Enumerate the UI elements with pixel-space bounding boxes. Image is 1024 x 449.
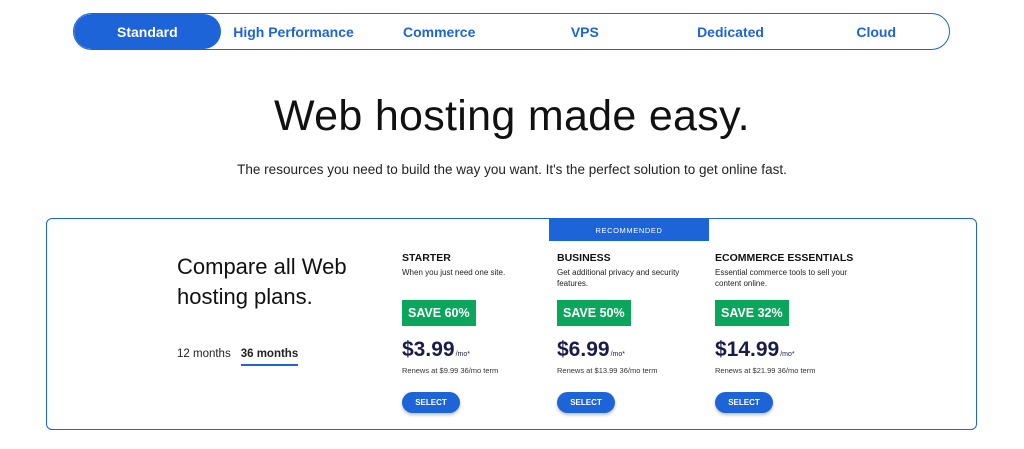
term-toggle: 12 months 36 months: [177, 348, 299, 366]
page-title: Web hosting made easy.: [274, 92, 750, 140]
tab-vps[interactable]: VPS: [512, 14, 658, 49]
tab-cloud[interactable]: Cloud: [803, 14, 949, 49]
tab-high-performance[interactable]: High Performance: [221, 14, 367, 49]
tab-commerce[interactable]: Commerce: [366, 14, 512, 49]
plan-description: Essential commerce tools to sell your co…: [715, 268, 848, 288]
price-row: $14.99 /mo*: [715, 338, 865, 362]
plan-price: $3.99: [402, 338, 455, 361]
price-period: /mo*: [455, 351, 470, 358]
plan-description: When you just need one site.: [402, 268, 506, 277]
renewal-note: Renews at $21.99 36/mo term: [715, 366, 816, 375]
plan-description: Get additional privacy and security feat…: [557, 268, 680, 288]
plan-card-ecommerce-essentials: ECOMMERCE ESSENTIALS Essential commerce …: [715, 252, 865, 413]
tab-dedicated[interactable]: Dedicated: [658, 14, 804, 49]
price-row: $6.99 /mo*: [557, 338, 707, 362]
save-badge: SAVE 60%: [402, 300, 476, 326]
select-ecommerce-essentials-button[interactable]: SELECT: [715, 392, 773, 413]
plan-card-business: BUSINESS Get additional privacy and secu…: [557, 252, 707, 413]
recommended-banner: RECOMMENDED: [549, 219, 709, 241]
compare-heading: Compare all Web hosting plans.: [177, 254, 347, 309]
price-row: $3.99 /mo*: [402, 338, 552, 362]
plan-card-starter: STARTER When you just need one site. SAV…: [402, 252, 552, 413]
save-badge: SAVE 32%: [715, 300, 789, 326]
plan-name: BUSINESS: [557, 252, 611, 264]
plan-name: ECOMMERCE ESSENTIALS: [715, 252, 854, 264]
hosting-type-tabs: Standard High Performance Commerce VPS D…: [73, 13, 950, 50]
renewal-note: Renews at $13.99 36/mo term: [557, 366, 658, 375]
tab-standard[interactable]: Standard: [74, 14, 221, 49]
save-badge: SAVE 50%: [557, 300, 631, 326]
select-starter-button[interactable]: SELECT: [402, 392, 460, 413]
renewal-note: Renews at $9.99 36/mo term: [402, 366, 499, 375]
plans-comparison-panel: Compare all Web hosting plans. 12 months…: [46, 218, 977, 430]
term-36-months[interactable]: 36 months: [240, 348, 299, 366]
plan-price: $6.99: [557, 338, 610, 361]
plan-name: STARTER: [402, 252, 451, 264]
term-12-months[interactable]: 12 months: [177, 348, 231, 366]
price-period: /mo*: [780, 351, 795, 358]
select-business-button[interactable]: SELECT: [557, 392, 615, 413]
price-period: /mo*: [610, 351, 625, 358]
page-subtitle: The resources you need to build the way …: [237, 162, 787, 177]
plan-price: $14.99: [715, 338, 780, 361]
